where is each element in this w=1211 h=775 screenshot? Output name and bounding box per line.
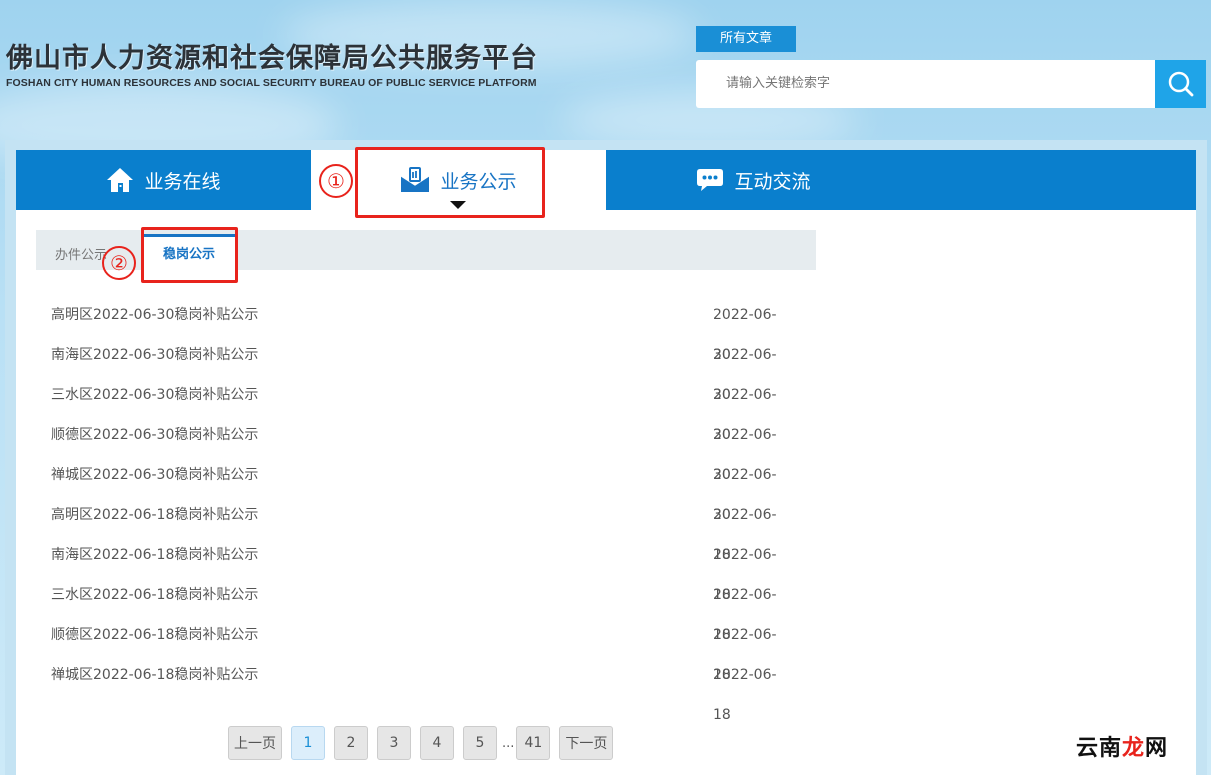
list-item[interactable]: 禅城区2022-06-18稳岗补贴公示 2022-06-18	[51, 655, 791, 723]
site-logo[interactable]: 佛山市人力资源和社会保障局公共服务平台 FOSHAN CITY HUMAN RE…	[6, 42, 538, 89]
list-item-date: 2022-06-18	[713, 667, 777, 723]
page-button-4[interactable]: 4	[420, 726, 454, 760]
chat-bubble-icon	[697, 169, 724, 191]
pagination: 上一页 1 2 3 4 5 ... 41 下一页	[228, 725, 622, 761]
home-icon	[107, 168, 134, 192]
notice-list: 高明区2022-06-30稳岗补贴公示 2022-06-30 南海区2022-06…	[51, 295, 791, 723]
list-item[interactable]: 禅城区2022-06-30稳岗补贴公示 2022-06-30	[51, 455, 791, 523]
nav-tab-label: 互动交流	[734, 170, 811, 193]
watermark-text: 网	[1145, 735, 1169, 761]
list-item-title[interactable]: 禅城区2022-06-18稳岗补贴公示	[51, 667, 258, 683]
prev-page-button[interactable]: 上一页	[228, 726, 282, 760]
watermark-text: 龙	[1122, 735, 1146, 761]
page-button-2[interactable]: 2	[334, 726, 368, 760]
list-item[interactable]: 顺德区2022-06-18稳岗补贴公示 2022-06-18	[51, 615, 791, 683]
annotation-marker-2: ②	[102, 246, 136, 280]
search-button[interactable]	[1155, 60, 1206, 108]
page-button-5[interactable]: 5	[463, 726, 497, 760]
list-item[interactable]: 三水区2022-06-30稳岗补贴公示 2022-06-30	[51, 375, 791, 443]
list-item-title[interactable]: 高明区2022-06-18稳岗补贴公示	[51, 507, 258, 523]
list-item-title[interactable]: 三水区2022-06-18稳岗补贴公示	[51, 587, 258, 603]
search-input[interactable]	[696, 60, 1156, 108]
list-item-title[interactable]: 南海区2022-06-18稳岗补贴公示	[51, 547, 258, 563]
list-item[interactable]: 南海区2022-06-30稳岗补贴公示 2022-06-30	[51, 335, 791, 403]
annotation-highlight-box	[141, 227, 238, 283]
watermark: 云南龙网	[1076, 730, 1168, 762]
site-title-cn: 佛山市人力资源和社会保障局公共服务平台	[6, 43, 538, 74]
list-item-title[interactable]: 禅城区2022-06-30稳岗补贴公示	[51, 467, 258, 483]
page-button-3[interactable]: 3	[377, 726, 411, 760]
search-icon	[1168, 71, 1193, 97]
search-scope-tag[interactable]: 所有文章	[696, 26, 796, 52]
site-title-en: FOSHAN CITY HUMAN RESOURCES AND SOCIAL S…	[6, 77, 537, 89]
nav-tab-interaction[interactable]: 互动交流	[606, 150, 901, 210]
pagination-ellipsis: ...	[502, 735, 515, 751]
main-nav: 业务在线 业务公示 互动交流	[16, 150, 1196, 210]
sub-tab-processing-notice[interactable]: 办件公示	[55, 230, 107, 270]
nav-tab-business-online[interactable]: 业务在线	[16, 150, 311, 210]
next-page-button[interactable]: 下一页	[559, 726, 614, 760]
list-item-title[interactable]: 三水区2022-06-30稳岗补贴公示	[51, 387, 258, 403]
list-item-title[interactable]: 南海区2022-06-30稳岗补贴公示	[51, 347, 258, 363]
list-item[interactable]: 南海区2022-06-18稳岗补贴公示 2022-06-18	[51, 535, 791, 603]
annotation-highlight-box	[355, 147, 545, 218]
list-item-title[interactable]: 高明区2022-06-30稳岗补贴公示	[51, 307, 258, 323]
watermark-text: 云南	[1076, 735, 1123, 761]
nav-tab-label: 业务在线	[144, 170, 221, 193]
list-item[interactable]: 高明区2022-06-30稳岗补贴公示 2022-06-30	[51, 295, 791, 363]
list-item[interactable]: 高明区2022-06-18稳岗补贴公示 2022-06-18	[51, 495, 791, 563]
list-item[interactable]: 三水区2022-06-18稳岗补贴公示 2022-06-18	[51, 575, 791, 643]
content-panel: 业务在线 业务公示 互动交流 ① 办件公示 稳岗公示 ② 高明区2022-06-…	[16, 147, 1196, 775]
list-item-title[interactable]: 顺德区2022-06-18稳岗补贴公示	[51, 627, 258, 643]
page-button-last[interactable]: 41	[516, 726, 551, 760]
list-item[interactable]: 顺德区2022-06-30稳岗补贴公示 2022-06-30	[51, 415, 791, 483]
annotation-marker-1: ①	[319, 164, 353, 198]
page-button-1[interactable]: 1	[291, 726, 325, 760]
list-item-title[interactable]: 顺德区2022-06-30稳岗补贴公示	[51, 427, 258, 443]
